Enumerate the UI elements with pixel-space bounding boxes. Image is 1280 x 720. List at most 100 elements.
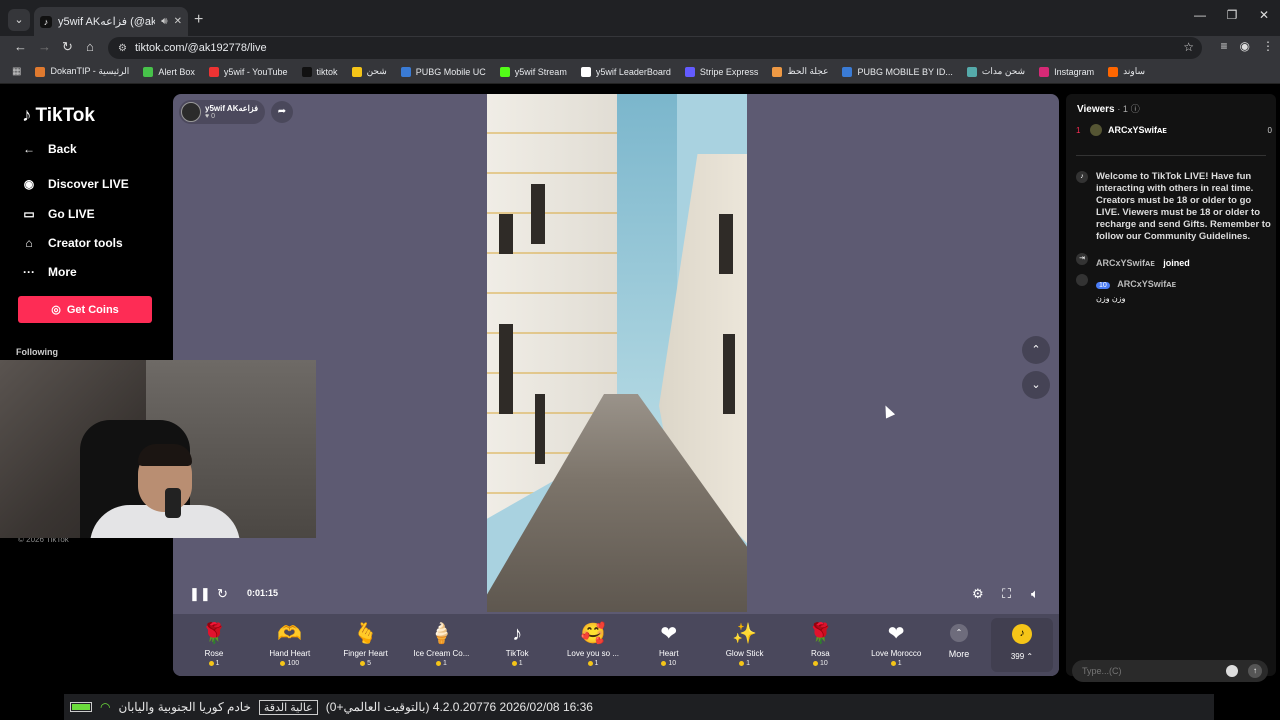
host-name: y5wif AKفزاعه — [205, 104, 259, 113]
bookmark-item[interactable]: Alert Box — [143, 66, 195, 77]
bookmark-label: Instagram — [1054, 66, 1095, 77]
gift-item[interactable]: ♪ TikTok 1 — [479, 622, 555, 667]
host-avatar[interactable] — [181, 102, 201, 122]
site-info-icon[interactable]: ⚙ — [118, 43, 127, 54]
restore-button[interactable]: ❐ — [1216, 8, 1248, 22]
emoji-icon[interactable] — [1226, 665, 1238, 677]
coin-icon — [661, 661, 667, 666]
bookmark-favicon-icon — [1108, 66, 1119, 77]
sidebar-item-back[interactable]: ← Back — [20, 140, 77, 158]
game-overlay-bar: ◠ خادم كوريا الجنوبية واليابان عالية الد… — [64, 694, 1214, 720]
bookmark-item[interactable]: y5wif LeaderBoard — [580, 66, 671, 77]
host-likes: ♥ 0 — [205, 113, 215, 120]
elapsed-time: 0:01:15 — [247, 588, 279, 598]
browser-menu-icon[interactable]: ⋮ — [1262, 39, 1274, 53]
bookmark-item[interactable]: PUBG Mobile UC — [400, 66, 486, 77]
bookmark-item[interactable]: y5wif - YouTube — [208, 66, 288, 77]
speaker-icon[interactable]: 🔊︎ — [161, 16, 167, 27]
profile-avatar[interactable]: ◉ — [1240, 39, 1250, 53]
bookmark-star-icon[interactable]: ☆ — [1183, 40, 1194, 54]
bookmark-item[interactable]: DokanTIP - الرئيسية — [35, 66, 129, 77]
coin-balance-value: 399 ⌃ — [1010, 652, 1034, 661]
sidebar-item-go-live[interactable]: ▭ Go LIVE — [20, 205, 95, 223]
forward-arrow-icon[interactable]: → — [38, 39, 51, 54]
gift-price: 1 — [858, 660, 934, 667]
bookmark-item[interactable]: Instagram — [1039, 66, 1094, 77]
bookmark-item[interactable]: y5wif Stream — [499, 66, 567, 77]
sidebar-item-more[interactable]: ··· More — [20, 263, 77, 281]
gift-item[interactable]: 🫰 Finger Heart 5 — [328, 622, 404, 667]
coin-balance[interactable]: ♪ 399 ⌃ — [991, 618, 1053, 672]
gift-item[interactable]: ❤ Heart 10 — [631, 622, 707, 667]
more-gifts-button[interactable]: ⌃ More — [945, 624, 973, 659]
reload-icon[interactable]: ↻ — [62, 39, 73, 55]
volume-icon[interactable]: 🔈︎ — [1031, 586, 1039, 602]
bookmark-item[interactable]: شحن — [351, 66, 387, 77]
chat-username[interactable]: ARCxYSwifᴀᴇ — [1117, 279, 1176, 289]
gift-item[interactable]: 🍦 Ice Cream Co... 1 — [403, 622, 479, 667]
settings-icon[interactable]: ⚙ — [972, 586, 984, 602]
chat-input[interactable] — [1082, 666, 1222, 676]
tiktok-logo[interactable]: ♪ TikTok — [22, 105, 95, 127]
video-window — [531, 184, 545, 244]
gift-price-value: 10 — [668, 660, 677, 667]
gift-icon: 🍦 — [428, 623, 454, 645]
gift-price-value: 1 — [897, 660, 902, 667]
tab-search-button[interactable]: ⌄ — [8, 9, 30, 31]
coin-icon: ◎ — [51, 304, 61, 316]
gift-item[interactable]: 🌹 Rose 1 — [176, 622, 252, 667]
coin-icon — [587, 661, 593, 666]
live-video[interactable] — [487, 94, 747, 612]
fullscreen-icon[interactable]: ⛶ — [1002, 586, 1011, 602]
gift-item[interactable]: 🫶 Hand Heart 100 — [252, 622, 328, 667]
gift-icon: 🫶 — [277, 623, 303, 645]
join-message: ⇥ ARCxYSwifᴀᴇ joined — [1076, 253, 1272, 271]
close-window-button[interactable]: ✕ — [1248, 8, 1280, 22]
gift-item[interactable]: 🌹 Rosa 10 — [782, 622, 858, 667]
info-icon[interactable]: ⓘ — [1131, 104, 1140, 114]
bookmark-favicon-icon — [208, 66, 219, 77]
bookmark-item[interactable]: شحن مدات — [966, 66, 1025, 77]
bookmark-item[interactable]: عجلة الحظ — [772, 66, 828, 77]
bookmark-favicon-icon — [772, 66, 783, 77]
video-window — [535, 394, 545, 464]
share-icon[interactable]: ➦ — [271, 101, 293, 123]
address-bar[interactable]: ⚙ tiktok.com/@ak192778/live ☆ — [108, 37, 1202, 59]
chevron-up-icon[interactable]: ⌃ — [1022, 336, 1050, 364]
send-icon[interactable]: ↑ — [1248, 664, 1262, 678]
tab-active[interactable]: ♪ y5wif AKفزاعه (@ak192778) 🔊︎ ✕ — [34, 7, 188, 36]
gift-item[interactable]: ❤ Love Morocco 1 — [858, 622, 934, 667]
close-tab-icon[interactable]: ✕ — [174, 16, 182, 27]
viewer-count: · 1 — [1117, 104, 1128, 114]
viewer-row[interactable]: 1 ARCxYSwifᴀᴇ 0 — [1076, 124, 1272, 136]
pause-icon[interactable]: ❚❚ — [189, 586, 211, 602]
bookmark-item[interactable]: tiktok — [301, 66, 338, 77]
gift-item[interactable]: 🥰 Love you so ... 1 — [555, 622, 631, 667]
host-info[interactable]: y5wif AKفزاعه ♥ 0 — [179, 100, 265, 124]
get-coins-button[interactable]: ◎ Get Coins — [18, 296, 152, 323]
sidebar-item-label: More — [48, 265, 77, 279]
sidebar-item-label: Discover LIVE — [48, 177, 129, 191]
minimize-button[interactable]: — — [1184, 8, 1216, 22]
sidebar-item-label: Go LIVE — [48, 207, 95, 221]
new-tab-button[interactable]: + — [194, 11, 203, 29]
gift-item[interactable]: ✨ Glow Stick 1 — [707, 622, 783, 667]
back-arrow-icon[interactable]: ← — [14, 39, 27, 54]
refresh-icon[interactable]: ↻ — [217, 586, 228, 602]
coin-icon — [812, 661, 818, 666]
media-control-icon[interactable]: ≡ — [1221, 39, 1228, 53]
sidebar-item-discover-live[interactable]: ◉ Discover LIVE — [20, 175, 129, 193]
bookmark-item[interactable]: PUBG MOBILE BY ID... — [842, 66, 953, 77]
chevron-down-icon[interactable]: ⌄ — [1022, 371, 1050, 399]
bookmark-item[interactable]: Stripe Express — [684, 66, 758, 77]
chat-username[interactable]: ARCxYSwifᴀᴇ — [1096, 258, 1155, 268]
browser-toolbar: ← → ↻ ⌂ ⚙ tiktok.com/@ak192778/live ☆ ≡ … — [0, 36, 1280, 60]
viewer-name: ARCxYSwifᴀᴇ — [1108, 125, 1167, 135]
video-window — [499, 324, 513, 414]
bookmark-item[interactable]: ساوند — [1108, 66, 1145, 77]
apps-grid-icon[interactable]: ▦ — [12, 66, 21, 77]
home-icon[interactable]: ⌂ — [86, 39, 94, 54]
sidebar-item-creator-tools[interactable]: ⌂ Creator tools — [20, 234, 122, 252]
bookmark-label: Alert Box — [158, 66, 195, 77]
chat-input-box[interactable]: ↑ — [1072, 660, 1268, 682]
